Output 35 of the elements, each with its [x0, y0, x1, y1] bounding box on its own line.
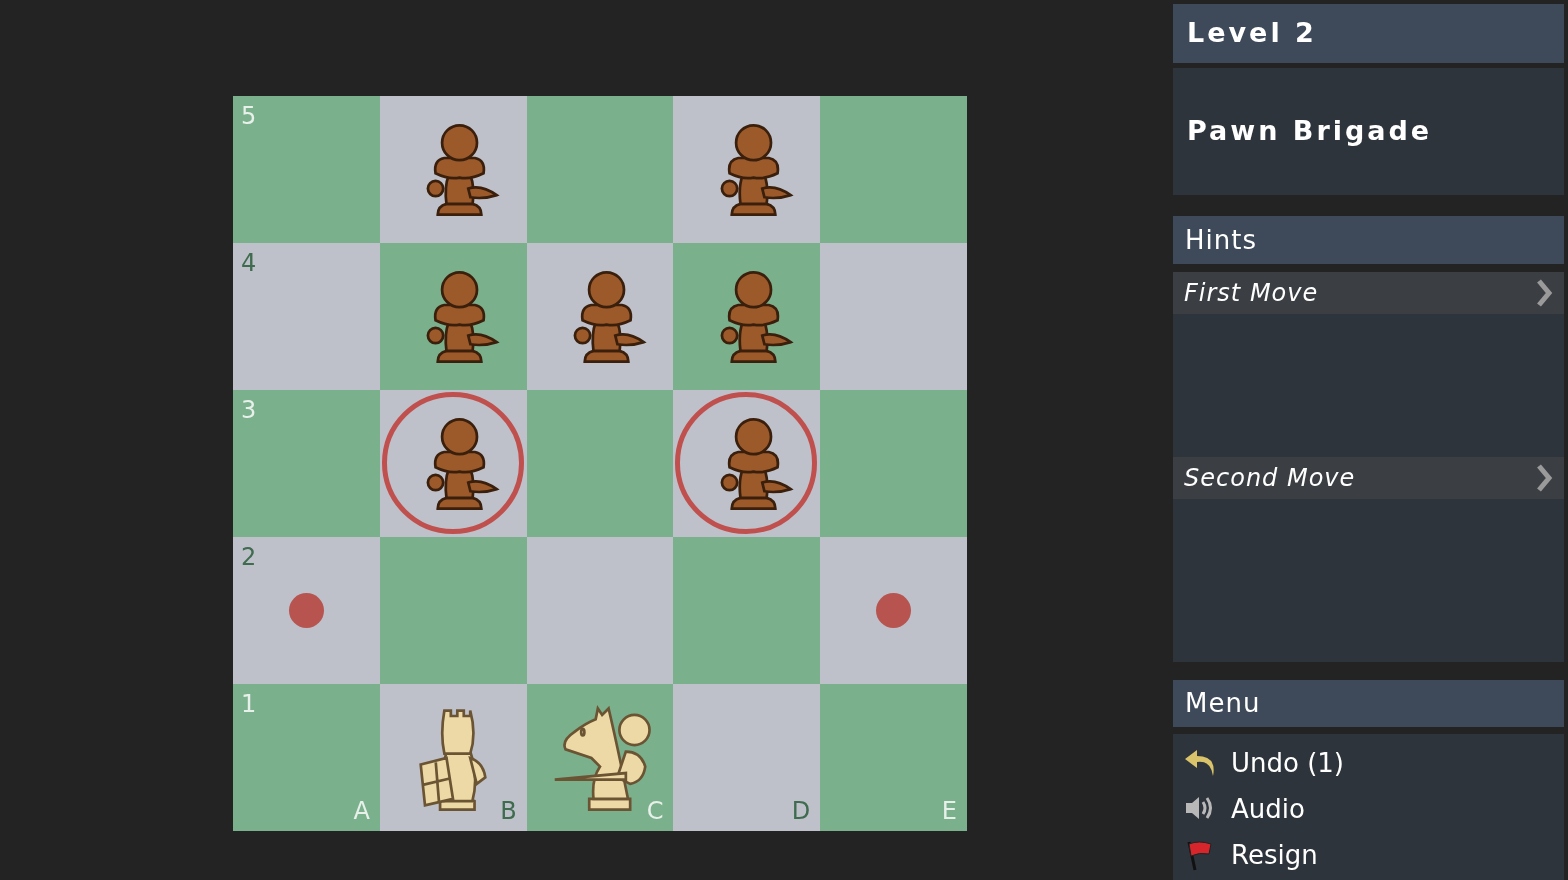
board-square[interactable]: C — [526, 684, 674, 831]
board-square[interactable]: 1 A — [233, 684, 380, 831]
rank-label: 4 — [241, 248, 257, 279]
hint-item[interactable]: Second Move — [1173, 457, 1564, 499]
rank-label: 2 — [241, 542, 257, 573]
board-square[interactable] — [379, 96, 527, 243]
chevron-right-icon — [1535, 279, 1553, 307]
menu-title: Menu — [1185, 687, 1261, 720]
file-label: C — [646, 796, 664, 827]
file-label: D — [791, 796, 811, 827]
file-label: A — [353, 796, 370, 827]
level-title: Pawn Brigade — [1187, 114, 1433, 149]
level-label: Level 2 — [1187, 16, 1317, 51]
board-square[interactable] — [673, 243, 821, 390]
board-square[interactable]: B — [379, 684, 527, 831]
board-square[interactable] — [379, 243, 527, 390]
board-square[interactable]: 2 — [233, 537, 380, 684]
file-label: E — [941, 796, 957, 827]
board-square[interactable]: 5 — [233, 96, 380, 243]
rank-label: 1 — [241, 689, 257, 720]
menu-item[interactable]: Audio — [1173, 786, 1564, 832]
board-square[interactable]: 3 — [233, 390, 380, 537]
board-square[interactable]: D — [673, 684, 821, 831]
board-square[interactable]: E — [820, 684, 967, 831]
board-square[interactable] — [526, 243, 674, 390]
menu-item[interactable]: Resign — [1173, 832, 1564, 878]
hints-title: Hints — [1185, 223, 1257, 257]
chevron-right-icon — [1535, 464, 1553, 492]
rank-label: 3 — [241, 395, 257, 426]
board-square[interactable] — [673, 96, 821, 243]
board-square[interactable]: 4 — [233, 243, 380, 390]
menu-item[interactable]: Undo (1) — [1173, 740, 1564, 786]
hint-item[interactable]: First Move — [1173, 272, 1564, 314]
file-label: B — [500, 796, 517, 827]
rank-label: 5 — [241, 101, 257, 132]
